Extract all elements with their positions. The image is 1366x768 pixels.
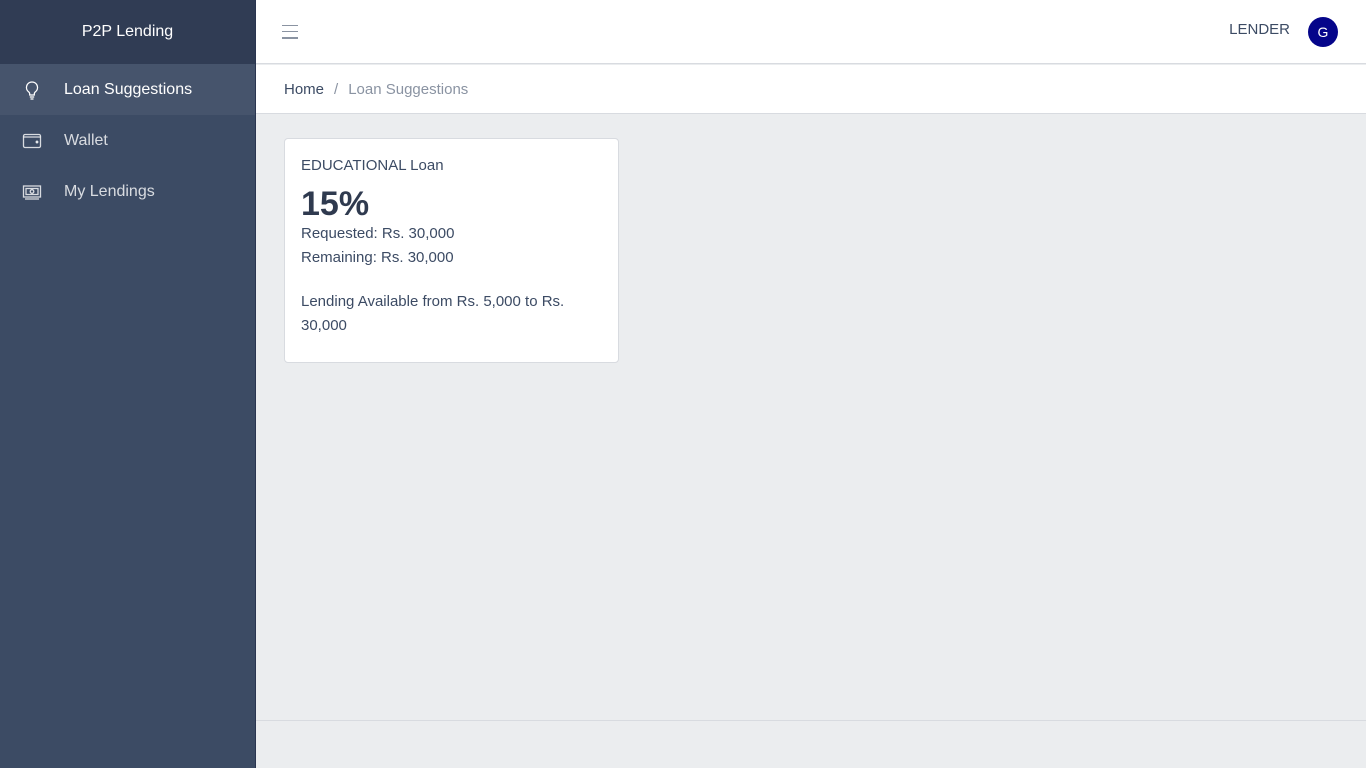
wallet-icon xyxy=(22,131,42,151)
sidebar-item-label: My Lendings xyxy=(64,182,155,200)
avatar-initial: G xyxy=(1317,24,1329,40)
sidebar: P2P Lending Loan Suggestions Wallet My L… xyxy=(0,0,256,768)
sidebar-item-wallet[interactable]: Wallet xyxy=(0,115,255,166)
loan-lending-range: Lending Available from Rs. 5,000 to Rs. … xyxy=(301,293,565,334)
sidebar-item-label: Loan Suggestions xyxy=(64,80,193,98)
avatar[interactable]: G xyxy=(1308,17,1338,47)
sidebar-item-label: Wallet xyxy=(64,131,108,149)
money-icon xyxy=(22,182,42,202)
loan-requested: Requested: Rs. 30,000 xyxy=(301,225,455,242)
user-role: LENDER xyxy=(1229,20,1290,38)
breadcrumb-separator: / xyxy=(334,80,339,98)
header: LENDER G xyxy=(256,0,1366,64)
breadcrumb-home[interactable]: Home xyxy=(284,81,324,98)
header-user: LENDER G xyxy=(1229,0,1338,64)
loan-title: EDUCATIONAL Loan xyxy=(301,157,444,174)
lightbulb-icon xyxy=(22,80,42,100)
breadcrumb-current: Loan Suggestions xyxy=(348,80,469,98)
sidebar-item-loan-suggestions[interactable]: Loan Suggestions xyxy=(0,64,255,115)
brand-title: P2P Lending xyxy=(81,23,174,40)
menu-toggle-icon[interactable] xyxy=(282,24,298,39)
loan-rate: 15% xyxy=(301,185,370,223)
loan-card[interactable]: EDUCATIONAL Loan 15% Requested: Rs. 30,0… xyxy=(284,138,619,363)
breadcrumb: Home / Loan Suggestions xyxy=(256,65,1366,114)
footer xyxy=(256,720,1366,768)
loan-remaining: Remaining: Rs. 30,000 xyxy=(301,249,454,266)
sidebar-item-my-lendings[interactable]: My Lendings xyxy=(0,166,255,217)
brand[interactable]: P2P Lending xyxy=(0,0,255,64)
